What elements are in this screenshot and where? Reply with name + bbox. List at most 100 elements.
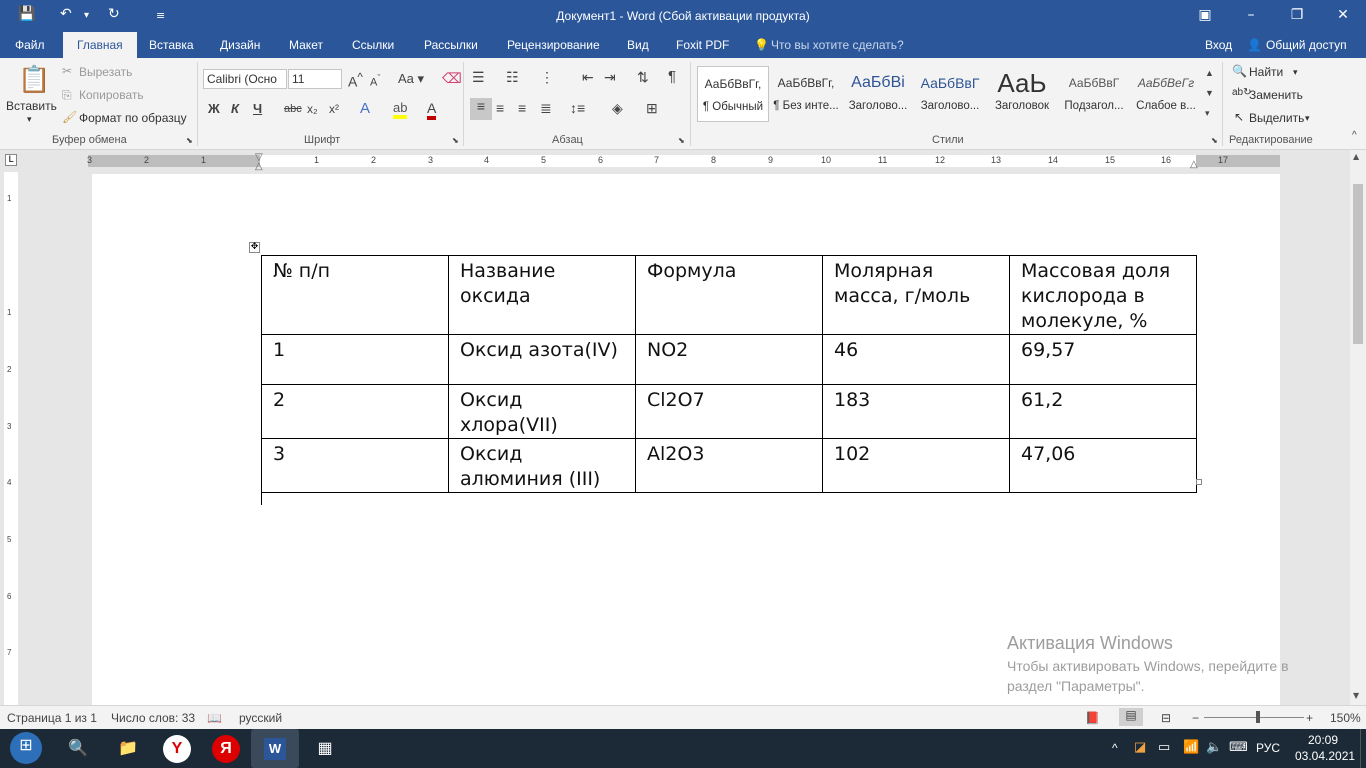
collapse-ribbon-icon[interactable]: ^: [1352, 130, 1357, 141]
replace-button[interactable]: Заменить: [1249, 88, 1303, 102]
table-cell[interactable]: Оксид азота(IV): [448, 334, 636, 385]
tab-design[interactable]: Дизайн: [220, 38, 260, 52]
table-cell[interactable]: Оксид алюминия (III): [448, 438, 636, 493]
yandex-browser-icon[interactable]: Y: [163, 735, 191, 763]
tab-home[interactable]: Главная: [63, 32, 137, 58]
print-layout-icon[interactable]: ▤: [1119, 708, 1143, 726]
scrollbar-thumb[interactable]: [1353, 184, 1363, 344]
clipboard-launcher-icon[interactable]: ⬊: [186, 136, 193, 145]
font-launcher-icon[interactable]: ⬊: [452, 136, 459, 145]
paste-dropdown-icon[interactable]: ▾: [27, 114, 32, 125]
table-cell[interactable]: NO2: [635, 334, 823, 385]
show-hidden-icons-icon[interactable]: ^: [1112, 741, 1118, 755]
table-cell[interactable]: Название оксида: [448, 255, 636, 335]
style-subtitle[interactable]: АаБбВвГ Подзагол...: [1058, 66, 1130, 122]
close-button[interactable]: ✕: [1330, 4, 1356, 26]
tab-references[interactable]: Ссылки: [352, 38, 394, 52]
table-cell[interactable]: 2: [261, 384, 449, 439]
tab-mailings[interactable]: Рассылки: [424, 38, 478, 52]
word-count[interactable]: Число слов: 33: [111, 711, 195, 725]
input-language[interactable]: РУС: [1256, 741, 1280, 755]
styles-scroll-down-icon[interactable]: ▼: [1205, 88, 1214, 98]
styles-more-icon[interactable]: ▾: [1205, 108, 1210, 119]
file-explorer-icon[interactable]: 📁: [114, 735, 142, 763]
zoom-slider-thumb[interactable]: [1256, 711, 1260, 723]
proofing-icon[interactable]: 📖: [207, 711, 222, 725]
tab-view[interactable]: Вид: [627, 38, 649, 52]
multilevel-list-icon[interactable]: ⋮: [540, 69, 554, 86]
strikethrough-button[interactable]: abc: [284, 103, 302, 115]
ribbon-display-options-icon[interactable]: ▣: [1192, 4, 1218, 26]
clear-formatting-icon[interactable]: ⌫: [442, 70, 462, 87]
document-table[interactable]: № п/п Название оксида Формула Молярная м…: [261, 255, 1197, 493]
grow-font-button[interactable]: A^: [348, 71, 363, 90]
table-cell[interactable]: 1: [261, 334, 449, 385]
volume-icon[interactable]: 🔈: [1206, 739, 1222, 755]
zoom-level[interactable]: 150%: [1330, 711, 1361, 725]
table-cell[interactable]: 183: [822, 384, 1010, 439]
search-icon[interactable]: 🔍: [64, 735, 92, 763]
styles-launcher-icon[interactable]: ⬊: [1211, 136, 1218, 145]
highlight-icon[interactable]: ab: [393, 100, 408, 119]
line-spacing-icon[interactable]: ↕≡: [570, 100, 585, 116]
font-size-select[interactable]: 11: [288, 69, 342, 89]
align-center-icon[interactable]: ≡: [496, 100, 504, 116]
paste-button[interactable]: Вставить: [6, 99, 57, 113]
minimize-button[interactable]: –: [1238, 4, 1264, 26]
tray-app-icon[interactable]: ◪: [1134, 739, 1146, 755]
signin-link[interactable]: Вход: [1205, 38, 1232, 52]
table-cell[interactable]: Al2O3: [635, 438, 823, 493]
maximize-button[interactable]: ❐: [1284, 4, 1310, 26]
word-taskbar-button[interactable]: W: [251, 729, 299, 768]
table-cell[interactable]: 47,06: [1009, 438, 1197, 493]
justify-icon[interactable]: ≣: [540, 100, 552, 117]
show-desktop-button[interactable]: [1360, 729, 1366, 768]
table-cell[interactable]: 61,2: [1009, 384, 1197, 439]
tab-file[interactable]: Файл: [15, 38, 45, 52]
borders-icon[interactable]: ⊞: [646, 100, 658, 117]
zoom-in-icon[interactable]: +: [1306, 711, 1313, 725]
styles-scroll-up-icon[interactable]: ▲: [1205, 68, 1214, 78]
numbering-icon[interactable]: ☷: [506, 69, 519, 86]
format-painter-button[interactable]: Формат по образцу: [79, 111, 187, 125]
change-case-button[interactable]: Aa ▾: [398, 71, 424, 87]
tab-layout[interactable]: Макет: [289, 38, 323, 52]
table-cell[interactable]: Формула: [635, 255, 823, 335]
table-cell[interactable]: Cl2O7: [635, 384, 823, 439]
font-color-button[interactable]: A: [427, 100, 437, 120]
table-cell[interactable]: Массовая доля кислорода в молекуле, %: [1009, 255, 1197, 335]
font-name-select[interactable]: Calibri (Осно: [203, 69, 287, 89]
calculator-icon[interactable]: ▦: [311, 735, 339, 763]
share-button[interactable]: Общий доступ: [1266, 38, 1347, 52]
tab-selector-icon[interactable]: L: [5, 154, 17, 166]
find-dropdown-icon[interactable]: ▾: [1293, 67, 1298, 78]
style-normal[interactable]: АаБбВвГг, ¶ Обычный: [697, 66, 769, 122]
italic-button[interactable]: К: [231, 101, 239, 116]
read-mode-icon[interactable]: 📕: [1085, 711, 1100, 725]
select-dropdown-icon[interactable]: ▾: [1305, 113, 1310, 124]
tab-review[interactable]: Рецензирование: [507, 38, 600, 52]
paragraph-launcher-icon[interactable]: ⬊: [678, 136, 685, 145]
table-cell[interactable]: 102: [822, 438, 1010, 493]
language-indicator[interactable]: русский: [239, 711, 282, 725]
table-cell[interactable]: Молярная масса, г/моль: [822, 255, 1010, 335]
cut-button[interactable]: Вырезать: [79, 65, 132, 79]
battery-icon[interactable]: ▭: [1158, 739, 1170, 755]
wifi-icon[interactable]: 📶: [1183, 739, 1199, 755]
horizontal-ruler[interactable]: L 3 2 1 1 2 3 4 5 6 7 8 9 10 11 12 13 14…: [0, 150, 1366, 172]
yandex-icon[interactable]: Я: [212, 735, 240, 763]
web-layout-icon[interactable]: ⊟: [1161, 711, 1171, 725]
clock-date[interactable]: 03.04.2021: [1295, 749, 1355, 763]
align-right-icon[interactable]: ≡: [518, 100, 526, 116]
vertical-ruler[interactable]: 1 1 2 3 4 5 6 7: [4, 172, 18, 705]
superscript-button[interactable]: x²: [329, 102, 339, 116]
scroll-down-icon[interactable]: ▼: [1353, 691, 1359, 700]
table-cell[interactable]: 69,57: [1009, 334, 1197, 385]
vertical-scrollbar[interactable]: ▲ ▼: [1350, 150, 1366, 705]
table-resize-handle[interactable]: [1196, 479, 1202, 485]
select-button[interactable]: Выделить: [1249, 111, 1304, 125]
zoom-slider[interactable]: [1204, 717, 1304, 718]
table-cell[interactable]: Оксид хлора(VII): [448, 384, 636, 439]
text-effects-icon[interactable]: A: [360, 100, 370, 117]
increase-indent-icon[interactable]: ⇥: [604, 69, 616, 86]
